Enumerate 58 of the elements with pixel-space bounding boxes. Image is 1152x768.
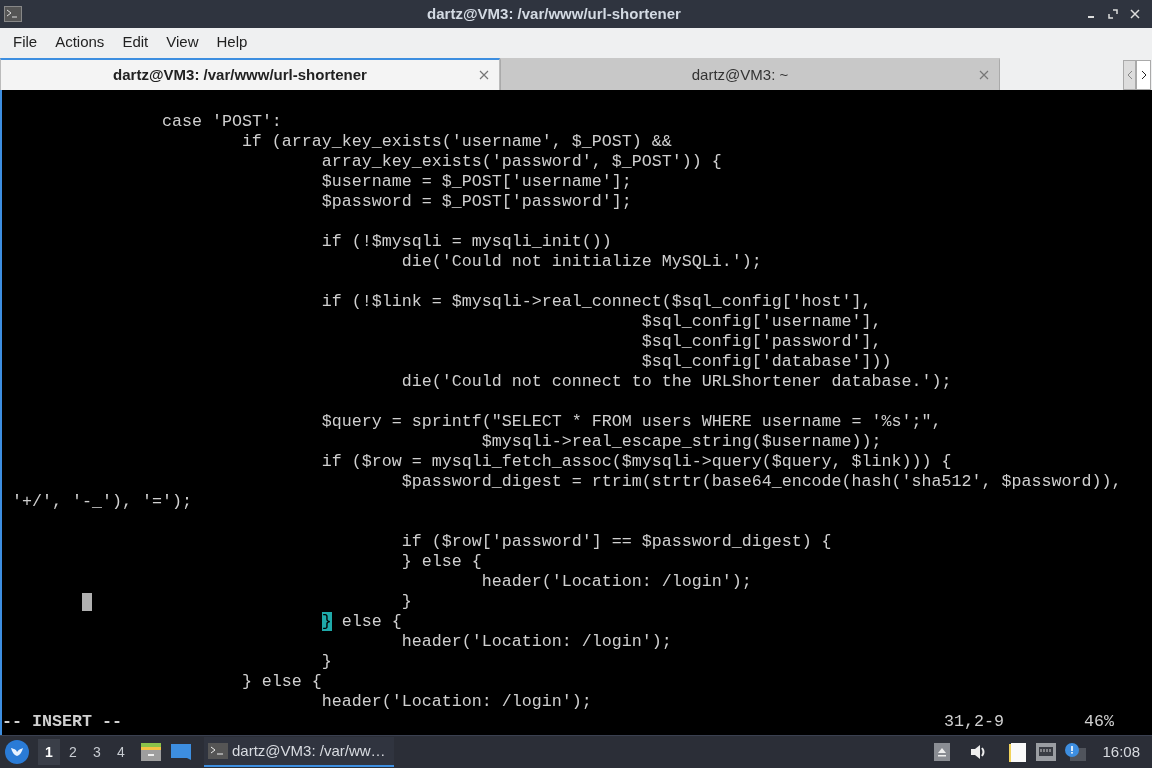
code-line: die('Could not initialize MySQLi.');: [401, 252, 762, 271]
code-line: case 'POST':: [161, 112, 282, 131]
menu-item[interactable]: Help: [207, 30, 257, 54]
window-icon[interactable]: [170, 743, 192, 761]
network-icon[interactable]: [1036, 743, 1057, 761]
tab-label: dartz@VM3: /var/www/url-shortener: [112, 64, 368, 85]
tab[interactable]: dartz@VM3: ~: [500, 58, 1000, 90]
code-line: $sql_config['database'])): [641, 352, 892, 371]
chevron-left-icon: [1126, 70, 1133, 80]
code-line: '+/', '-_'), '=');: [12, 492, 192, 511]
terminal-icon: [208, 743, 228, 759]
code-line: }: [401, 592, 412, 611]
code-line: } else {: [321, 612, 402, 631]
code-line: } else {: [401, 552, 482, 571]
close-icon[interactable]: [479, 70, 489, 80]
code-line: $sql_config['username'],: [641, 312, 882, 331]
clipboard-icon[interactable]: [1008, 741, 1029, 763]
scroll-percentage: 46%: [1084, 712, 1115, 732]
code-line: if (!$mysqli = mysqli_init()): [321, 232, 612, 251]
chevron-right-icon: [1140, 70, 1147, 80]
code-line: header('Location: /login');: [401, 632, 672, 651]
code-line: if ($row['password'] == $password_digest) {: [401, 532, 832, 551]
code-line: if ($row = mysqli_fetch_assoc($mysqli->query($query, $link))) {: [321, 452, 952, 471]
workspace-button[interactable]: 2: [62, 739, 84, 765]
code-line: header('Location: /login');: [321, 692, 592, 711]
menu-item[interactable]: View: [157, 30, 208, 54]
start-menu-icon[interactable]: [4, 739, 30, 765]
code-line: if (array_key_exists('username', $_POST) &&: [241, 132, 672, 151]
code-line: } else {: [241, 672, 322, 691]
code-line: }: [321, 652, 332, 671]
code-line: $password = $_POST['password'];: [321, 192, 632, 211]
menu-item[interactable]: Edit: [113, 30, 158, 54]
taskbar-window-button[interactable]: dartz@VM3: /var/ww…: [204, 737, 394, 767]
tab-label: dartz@VM3: ~: [690, 64, 790, 85]
workspace-button[interactable]: 4: [110, 739, 132, 765]
eject-icon[interactable]: [934, 743, 951, 761]
tab[interactable]: dartz@VM3: /var/www/url-shortener: [0, 58, 500, 90]
menu-item[interactable]: Actions: [46, 30, 114, 54]
clock[interactable]: 16:08: [1102, 740, 1140, 764]
terminal-icon: [4, 6, 22, 22]
code-line: if (!$link = $mysqli->real_connect($sql_config['host'],: [321, 292, 872, 311]
code-line: $password_digest = rtrim(strtr(base64_encode(hash('sha512', $password)),: [401, 472, 1122, 491]
code-line: array_key_exists('password', $_POST')) {: [321, 152, 722, 171]
file-manager-icon[interactable]: [140, 742, 162, 762]
cursor-position: 31,2-9: [944, 712, 1005, 732]
maximize-icon[interactable]: [1108, 9, 1118, 19]
code-line: header('Location: /login');: [481, 572, 752, 591]
workspace-button[interactable]: 3: [86, 739, 108, 765]
notification-icon[interactable]: [1064, 742, 1087, 762]
code-line: $sql_config['password'],: [641, 332, 882, 351]
code-line: die('Could not connect to the URLShortener database.');: [401, 372, 952, 391]
code-line: $username = $_POST['username'];: [321, 172, 632, 191]
mode-indicator: -- INSERT --: [2, 712, 122, 732]
code-line: $query = sprintf("SELECT * FROM users WHERE username = '%s';",: [321, 412, 942, 431]
code-line: $mysqli->real_escape_string($username));: [481, 432, 882, 451]
menu-item[interactable]: File: [4, 30, 47, 54]
window-title: dartz@VM3: /var/www/url-shortener: [427, 3, 681, 24]
workspace-button[interactable]: 1: [38, 739, 60, 765]
